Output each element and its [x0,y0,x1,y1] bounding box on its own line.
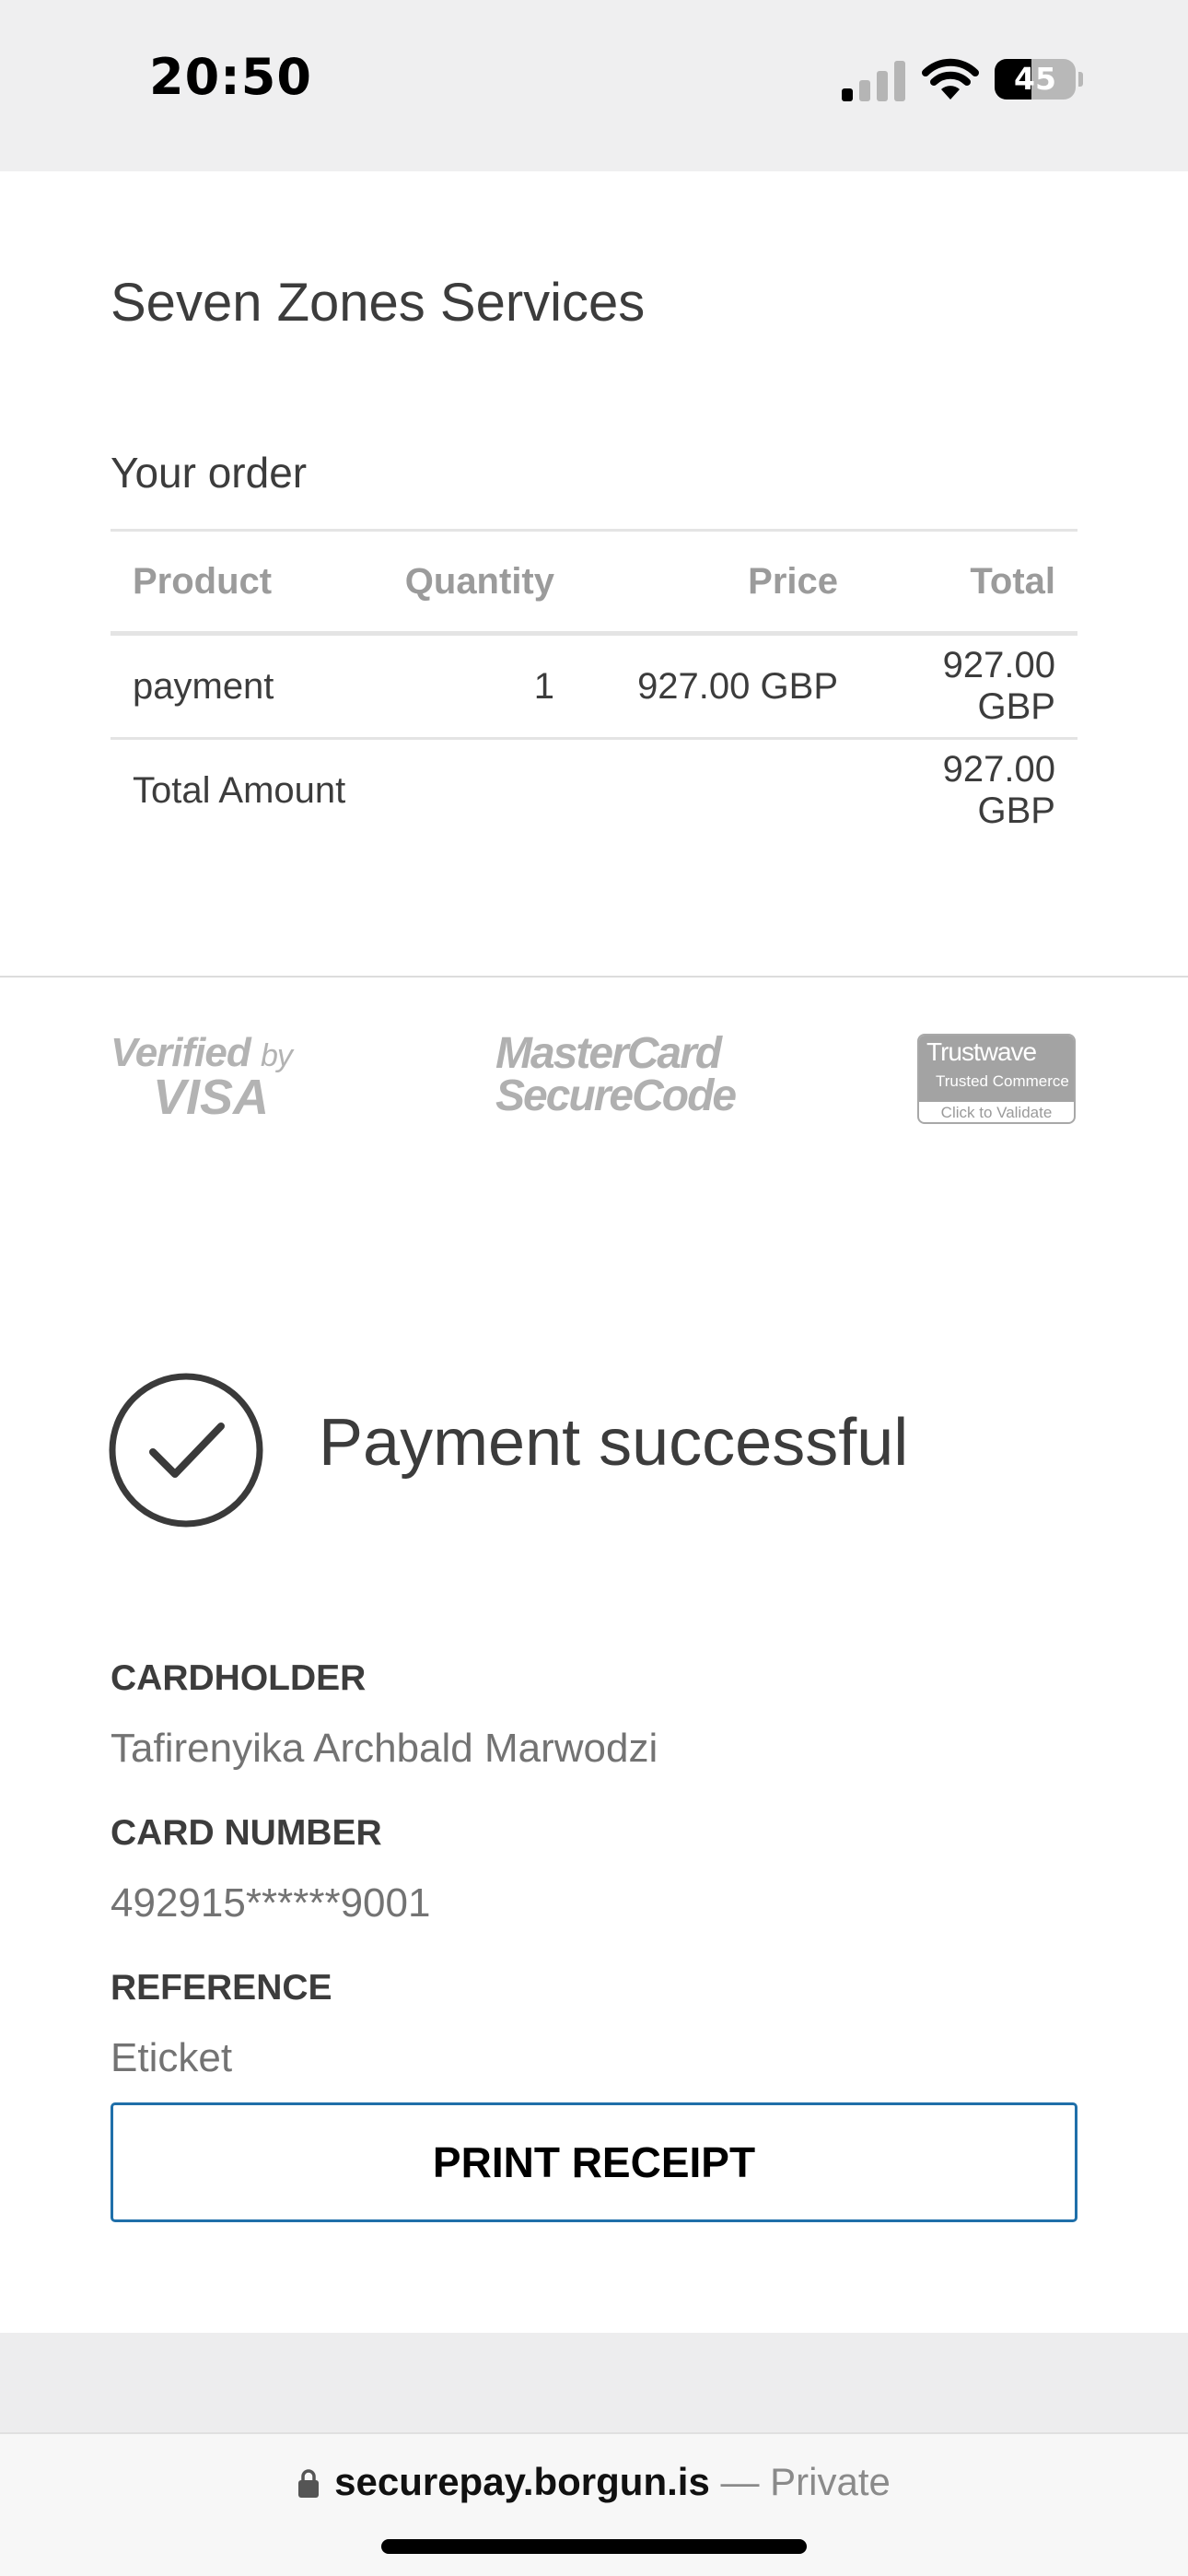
payment-status-title: Payment successful [319,1406,909,1480]
order-table: Product Quantity Price Total payment 1 9… [111,529,1077,841]
order-table-header: Product Quantity Price Total [111,529,1077,636]
column-header-product: Product [111,529,348,636]
browser-address-bar[interactable]: securepay.borgun.is — Private [0,2432,1188,2576]
cardholder-value: Tafirenyika Archbald Marwodzi [111,1726,658,1771]
address-separator: — [720,2460,760,2503]
verified-by-visa-logo: Verified by VISA [111,1030,293,1125]
column-header-total: Total [860,529,1077,636]
column-header-quantity: Quantity [348,529,577,636]
cellular-signal-icon [842,61,905,101]
trustwave-seal[interactable]: Trustwave Trusted Commerce Click to Vali… [917,1034,1076,1124]
check-circle-icon [109,1373,263,1528]
total-row: Total Amount 927.00 GBP [111,739,1077,842]
order-heading: Your order [111,449,308,497]
cardholder-label: CARDHOLDER [111,1658,367,1698]
battery-icon: 45 [995,59,1083,100]
reference-value: Eticket [111,2035,233,2080]
merchant-name: Seven Zones Services [111,273,646,333]
item-quantity: 1 [348,633,577,740]
column-header-price: Price [577,529,860,636]
print-receipt-button[interactable]: PRINT RECEIPT [111,2102,1077,2222]
total-amount-value: 927.00 GBP [942,749,1055,831]
card-number-value: 492915******9001 [111,1880,431,1926]
table-row: payment 1 927.00 GBP 927.00 GBP [111,633,1077,740]
section-divider [0,976,1188,978]
status-time: 20:50 [149,48,312,106]
home-indicator[interactable] [381,2539,807,2554]
item-price: 927.00 GBP [577,633,860,740]
address-domain: securepay.borgun.is [334,2460,710,2503]
item-total: 927.00 GBP [860,633,1077,740]
card-number-label: CARD NUMBER [111,1813,382,1853]
page-bottom-area [0,2333,1188,2432]
wifi-icon [922,58,979,100]
total-amount-label: Total Amount [133,769,346,811]
status-bar: 20:50 45 [0,0,1188,171]
private-mode-label: Private [770,2460,891,2503]
battery-level: 45 [1014,61,1056,97]
mastercard-securecode-logo: MasterCard SecureCode [495,1029,737,1120]
lock-icon [298,2469,320,2498]
reference-label: REFERENCE [111,1968,332,2008]
item-product: payment [111,633,348,740]
